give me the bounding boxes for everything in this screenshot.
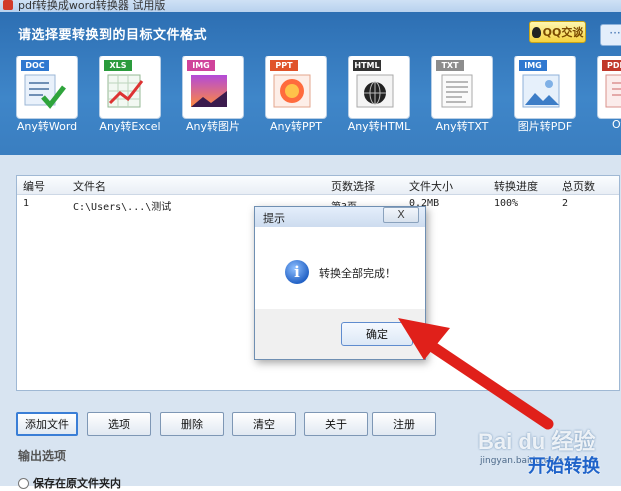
format-label: Any转HTML xyxy=(347,120,411,133)
xls-icon: XLS xyxy=(100,56,160,118)
format-label: Any转Excel xyxy=(99,120,161,133)
completion-dialog: 提示 X i 转换全部完成！ 确定 xyxy=(254,206,426,360)
column-header-file-size[interactable]: 文件大小 xyxy=(409,178,453,194)
clear-button[interactable]: 清空 xyxy=(232,412,296,436)
column-header-total-pages[interactable]: 总页数 xyxy=(562,178,595,194)
delete-button[interactable]: 删除 xyxy=(160,412,224,436)
dialog-close-button[interactable]: X xyxy=(383,207,419,223)
dialog-message: 转换全部完成！ xyxy=(319,267,396,280)
save-original-option[interactable]: 保存在原文件夹内 xyxy=(18,475,121,491)
format-label: Office xyxy=(611,118,621,131)
image-to-pdf-icon: IMG xyxy=(515,56,575,118)
format-any-to-image[interactable]: IMG Any转图片 xyxy=(180,56,246,146)
cell-progress: 100% xyxy=(494,198,519,209)
save-original-label: 保存在原文件夹内 xyxy=(33,477,121,490)
dialog-body: i 转换全部完成！ xyxy=(255,227,425,309)
qq-chat-button[interactable]: QQ交谈 xyxy=(529,21,586,43)
app-icon xyxy=(3,0,13,10)
img-icon: IMG xyxy=(183,56,243,118)
dialog-footer: 确定 xyxy=(255,309,425,359)
ppt-icon: PPT xyxy=(266,56,326,118)
cell-total-pages: 2 xyxy=(562,198,569,209)
format-any-to-txt[interactable]: TXT Any转TXT xyxy=(429,56,495,146)
ok-button[interactable]: 确定 xyxy=(341,322,413,346)
cell-id: 1 xyxy=(23,198,30,209)
header-band: 请选择要转换到的目标文件格式 QQ交谈 ··· DOC Any转Word XLS… xyxy=(0,12,621,155)
txt-icon: TXT xyxy=(432,56,492,118)
format-label: 图片转PDF xyxy=(517,120,573,133)
title-bar: pdf转换成word转换器 试用版 xyxy=(0,0,621,12)
format-prompt: 请选择要转换到的目标文件格式 xyxy=(18,28,208,43)
table-header: 编号 文件名 页数选择 文件大小 转换进度 总页数 xyxy=(17,176,619,195)
qq-penguin-icon xyxy=(531,26,541,38)
format-pdf-to-office[interactable]: PDF Office xyxy=(595,56,621,146)
about-button[interactable]: 关于 xyxy=(304,412,368,436)
baidu-watermark: Bai du 经验 jingyan.baidu.com 开始转换 xyxy=(478,424,618,484)
watermark-caption: 开始转换 xyxy=(528,456,600,477)
dialog-title-bar: 提示 X xyxy=(255,207,425,227)
more-icon[interactable]: ··· xyxy=(600,24,621,46)
format-label: Any转PPT xyxy=(270,120,322,133)
format-image-to-pdf[interactable]: IMG 图片转PDF xyxy=(512,56,578,146)
qq-chat-label: QQ交谈 xyxy=(542,26,584,39)
pdf-icon: PDF xyxy=(598,56,621,118)
save-original-radio[interactable] xyxy=(18,477,29,489)
html-icon: HTML xyxy=(349,56,409,118)
options-button[interactable]: 选项 xyxy=(87,412,151,436)
format-label: Any转Word xyxy=(16,120,78,133)
format-label: Any转TXT xyxy=(435,120,489,133)
column-header-id[interactable]: 编号 xyxy=(23,178,45,194)
output-options-label: 输出选项 xyxy=(18,449,67,463)
cell-filename: C:\Users\...\测试 xyxy=(73,202,172,213)
add-file-button[interactable]: 添加文件 xyxy=(16,412,78,436)
format-any-to-ppt[interactable]: PPT Any转PPT xyxy=(263,56,329,146)
format-list: DOC Any转Word XLS Any转Excel IMG Any转图片 PP… xyxy=(14,56,621,148)
format-any-to-excel[interactable]: XLS Any转Excel xyxy=(97,56,163,146)
format-any-to-word[interactable]: DOC Any转Word xyxy=(14,56,80,146)
doc-icon: DOC xyxy=(17,56,77,118)
format-label: Any转图片 xyxy=(185,120,240,133)
column-header-page-select[interactable]: 页数选择 xyxy=(331,178,375,194)
dialog-title: 提示 xyxy=(263,212,285,225)
format-any-to-html[interactable]: HTML Any转HTML xyxy=(346,56,412,146)
column-header-filename[interactable]: 文件名 xyxy=(73,178,106,194)
register-button[interactable]: 注册 xyxy=(372,412,436,436)
column-header-progress[interactable]: 转换进度 xyxy=(494,178,538,194)
info-icon: i xyxy=(285,260,309,284)
